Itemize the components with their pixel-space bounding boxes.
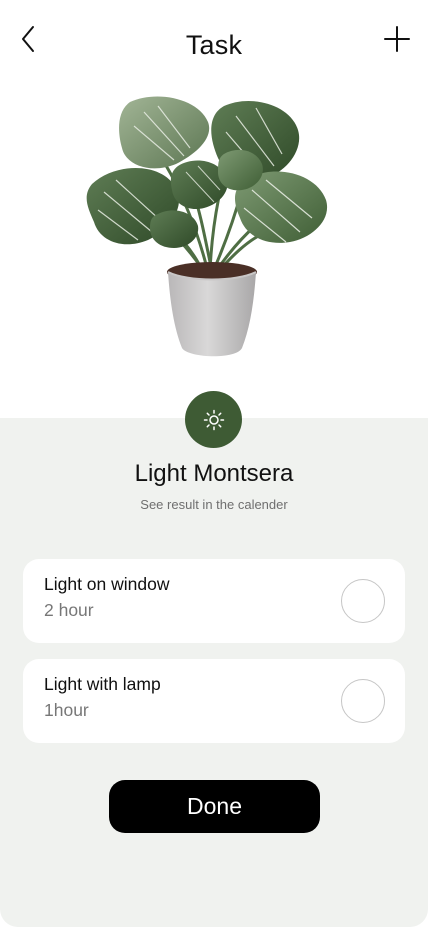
sun-icon bbox=[203, 409, 224, 430]
option-checkbox[interactable] bbox=[341, 679, 385, 723]
done-button[interactable]: Done bbox=[109, 780, 320, 833]
option-duration: 2 hour bbox=[44, 600, 94, 620]
task-screen: Task Light Montsera See result in the ca… bbox=[0, 0, 428, 927]
add-button[interactable] bbox=[382, 24, 412, 54]
plus-icon bbox=[384, 26, 410, 52]
task-title: Light Montsera bbox=[134, 460, 294, 487]
option-card-light-on-window[interactable]: Light on window 2 hour bbox=[23, 559, 405, 643]
page-title: Task bbox=[185, 30, 243, 60]
option-label: Light with lamp bbox=[44, 674, 161, 694]
option-label: Light on window bbox=[44, 574, 170, 594]
option-card-light-with-lamp[interactable]: Light with lamp 1hour bbox=[23, 659, 405, 743]
monstera-plant-illustration bbox=[86, 92, 334, 364]
sun-badge bbox=[185, 391, 242, 448]
option-duration: 1hour bbox=[44, 700, 89, 720]
task-subtitle: See result in the calender bbox=[140, 497, 288, 512]
option-checkbox[interactable] bbox=[341, 579, 385, 623]
header: Task bbox=[0, 0, 428, 80]
